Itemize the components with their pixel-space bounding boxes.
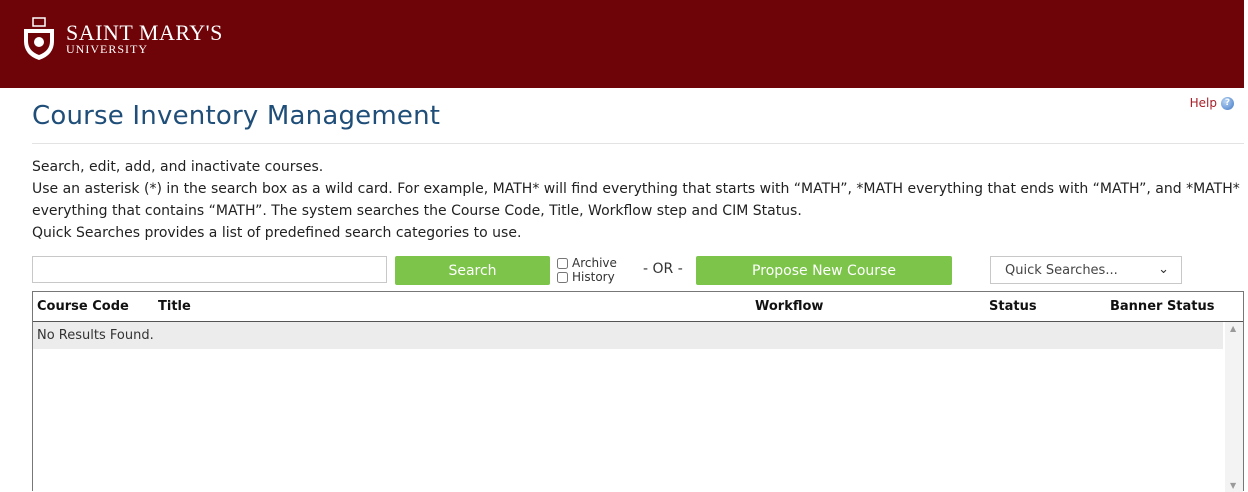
scroll-down-icon[interactable]: ▼ [1230,481,1236,490]
instructions: Search, edit, add, and inactivate course… [32,156,1244,244]
column-status[interactable]: Status [989,299,1037,314]
search-input[interactable] [32,256,387,283]
results-scrollbar[interactable]: ▲ ▼ [1225,322,1243,492]
chevron-down-icon[interactable]: ⌄ [1158,262,1169,277]
archive-label[interactable]: Archive [572,256,617,270]
page-title: Course Inventory Management [32,101,441,131]
help-link[interactable]: Help ? [1190,96,1234,110]
title-divider [32,143,1244,144]
results-table: Course Code Title Workflow Status Banner… [32,291,1244,492]
search-button[interactable]: Search [395,256,550,285]
instructions-line-3: Quick Searches provides a list of predef… [32,225,522,241]
history-label[interactable]: History [572,270,615,284]
help-icon[interactable]: ? [1221,96,1234,110]
history-checkbox[interactable] [557,271,568,283]
archive-option[interactable]: Archive [557,256,617,270]
column-workflow[interactable]: Workflow [755,299,823,314]
logo-name: SAINT MARY'S [66,19,223,45]
history-option[interactable]: History [557,270,617,284]
or-separator: - OR - [643,261,683,277]
instructions-line-1: Search, edit, add, and inactivate course… [32,159,324,175]
quick-searches-select[interactable]: Quick Searches... ⌄ [990,256,1182,284]
header-bar: SAINT MARY'S UNIVERSITY [0,0,1244,88]
results-header: Course Code Title Workflow Status Banner… [33,292,1243,322]
column-course-code[interactable]: Course Code [37,299,129,314]
scroll-up-icon[interactable]: ▲ [1230,324,1236,333]
column-banner-status[interactable]: Banner Status [1110,299,1215,314]
results-body: No Results Found. ▲ ▼ [33,322,1243,492]
instructions-line-2: Use an asterisk (*) in the search box as… [32,181,1240,219]
column-title[interactable]: Title [158,299,191,314]
crest-icon [24,17,54,60]
archive-checkbox[interactable] [557,257,568,269]
quick-searches-label[interactable]: Quick Searches... [1005,263,1118,278]
help-label[interactable]: Help [1190,96,1217,110]
propose-new-course-button[interactable]: Propose New Course [696,256,952,285]
empty-message: No Results Found. [33,322,1223,349]
university-logo[interactable]: SAINT MARY'S UNIVERSITY [22,14,223,64]
search-options: Archive History [557,256,617,284]
